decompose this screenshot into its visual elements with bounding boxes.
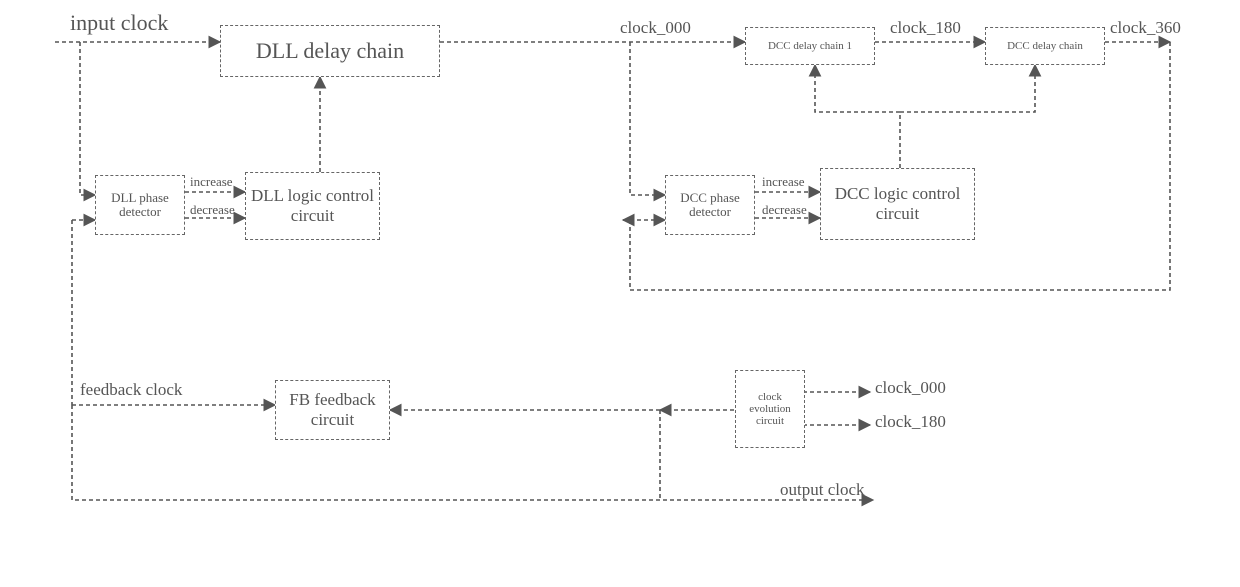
block-label: DLL phase detector <box>100 191 180 220</box>
block-label: DLL delay chain <box>256 38 404 64</box>
block-clock-evolution: clock evolution circuit <box>735 370 805 448</box>
label-feedback-clock: feedback clock <box>80 380 182 400</box>
block-dcc-logic-control: DCC logic control circuit <box>820 168 975 240</box>
label-input-clock: input clock <box>70 10 168 36</box>
diagram-root: { "labels": { "input_clock": "input cloc… <box>0 0 1240 587</box>
block-dcc-delay-chain-1: DCC delay chain 1 <box>745 27 875 65</box>
label-increase-dll: increase <box>190 175 233 189</box>
label-clock-180: clock_180 <box>890 18 961 38</box>
wire <box>80 42 95 195</box>
block-dll-logic-control: DLL logic control circuit <box>245 172 380 240</box>
block-label: DCC logic control circuit <box>825 184 970 225</box>
label-increase-dcc: increase <box>762 175 805 189</box>
block-label: DCC delay chain 1 <box>768 40 852 52</box>
block-dcc-delay-chain-2: DCC delay chain <box>985 27 1105 65</box>
label-decrease-dll: decrease <box>190 203 235 217</box>
block-dcc-phase-detector: DCC phase detector <box>665 175 755 235</box>
label-clock-000-b: clock_000 <box>875 378 946 398</box>
label-output-clock: output clock <box>780 480 865 500</box>
block-label: clock evolution circuit <box>740 391 800 427</box>
label-clock-000: clock_000 <box>620 18 691 38</box>
block-dll-delay-chain: DLL delay chain <box>220 25 440 77</box>
block-label: DCC phase detector <box>670 191 750 220</box>
wires-layer <box>0 0 1240 587</box>
block-fb-feedback: FB feedback circuit <box>275 380 390 440</box>
wire <box>900 65 1035 112</box>
wire <box>623 42 1170 290</box>
block-label: DCC delay chain <box>1007 40 1083 52</box>
label-clock-180-b: clock_180 <box>875 412 946 432</box>
wire <box>815 65 900 168</box>
label-decrease-dcc: decrease <box>762 203 807 217</box>
block-label: FB feedback circuit <box>280 390 385 431</box>
label-clock-360: clock_360 <box>1110 18 1181 38</box>
wire <box>630 42 665 195</box>
block-dll-phase-detector: DLL phase detector <box>95 175 185 235</box>
block-label: DLL logic control circuit <box>250 186 375 227</box>
